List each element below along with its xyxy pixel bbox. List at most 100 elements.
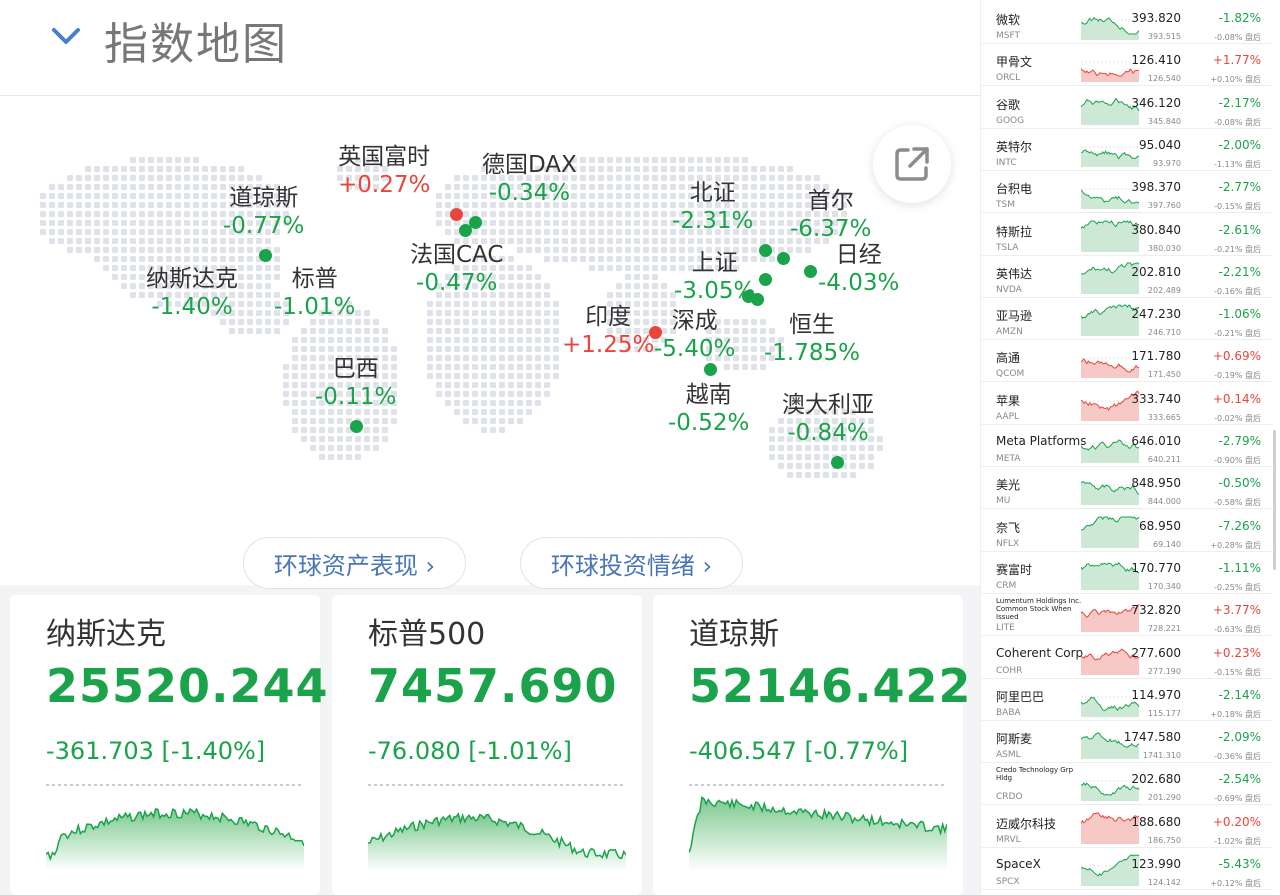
header: 指数地图 bbox=[0, 0, 980, 96]
stock-code: NVDA bbox=[996, 284, 1022, 295]
card-change: -76.080 [-1.01%] bbox=[368, 737, 572, 765]
stock-after-hours-price: 277.190 bbox=[1147, 666, 1181, 676]
stock-row[interactable]: 特斯拉 TSLA 380.840 380.030 -2.61% -0.21% 盘后 bbox=[981, 214, 1273, 256]
stock-row[interactable]: 阿里巴巴 BABA 114.970 115.177 -2.14% +0.18% 盘后 bbox=[981, 679, 1273, 721]
index-label-australia[interactable]: 澳大利亚 -0.84% bbox=[782, 392, 874, 447]
stock-after-hours-change: -0.25% 盘后 bbox=[1214, 582, 1261, 592]
index-label-dax[interactable]: 德国DAX -0.34% bbox=[482, 152, 577, 207]
stock-price: 848.950 bbox=[1131, 476, 1181, 491]
stock-row[interactable]: 微软 MSFT 393.820 393.515 -1.82% -0.08% 盘后 bbox=[981, 2, 1273, 44]
stock-after-hours-change: -1.02% 盘后 bbox=[1214, 836, 1261, 846]
stock-change: +0.14% bbox=[1212, 391, 1261, 406]
stock-code: ORCL bbox=[996, 73, 1021, 84]
stock-row[interactable]: Lumentum Holdings Inc. Common Stock When… bbox=[981, 594, 1273, 637]
marker-nikkei[interactable] bbox=[804, 265, 817, 278]
stock-row[interactable]: 英伟达 NVDA 202.810 202.489 -2.21% -0.16% 盘后 bbox=[981, 256, 1273, 298]
stock-change: -2.61% bbox=[1218, 222, 1261, 237]
index-label-shenzhen[interactable]: 深成 -5.40% bbox=[654, 308, 735, 363]
stock-after-hours-change: -0.19% 盘后 bbox=[1214, 371, 1261, 381]
stock-after-hours-price: 333.665 bbox=[1147, 412, 1181, 422]
stock-row[interactable]: 甲骨文 ORCL 126.410 126.540 +1.77% +0.10% 盘后 bbox=[981, 44, 1273, 87]
stock-code: LITE bbox=[996, 623, 1015, 634]
card-title: 标普500 bbox=[368, 617, 486, 652]
stock-change: +0.69% bbox=[1212, 349, 1261, 364]
marker-ftse[interactable] bbox=[450, 208, 463, 221]
scrollbar[interactable] bbox=[1273, 430, 1276, 570]
card-price: 25520.244 bbox=[46, 659, 329, 713]
marker-seoul[interactable] bbox=[777, 252, 790, 265]
index-label-hangseng[interactable]: 恒生 -1.785% bbox=[764, 312, 860, 367]
stock-code: GOOG bbox=[996, 115, 1025, 126]
stock-code: CRDO bbox=[996, 792, 1023, 803]
share-button[interactable] bbox=[873, 125, 951, 203]
index-label-cac[interactable]: 法国CAC -0.47% bbox=[410, 242, 503, 297]
stock-after-hours-change: -0.90% 盘后 bbox=[1214, 456, 1261, 465]
stock-after-hours-price: 93.970 bbox=[1153, 158, 1181, 168]
stock-after-hours-change: +0.28% 盘后 bbox=[1210, 540, 1261, 550]
stock-row[interactable]: 阿斯麦 ASML 1747.580 1741.310 -2.09% -0.36% 盘后 bbox=[981, 721, 1273, 764]
index-label-nikkei[interactable]: 日经 -4.03% bbox=[818, 242, 899, 297]
page-title: 指数地图 bbox=[104, 19, 288, 70]
index-label-dow[interactable]: 道琼斯 -0.77% bbox=[223, 185, 304, 240]
stock-row[interactable]: 迈威尔科技 MRVL 188.680 186.750 +0.20% -1.02% 盘后 bbox=[981, 806, 1273, 848]
stock-price: 732.820 bbox=[1131, 603, 1181, 618]
stock-code: NFLX bbox=[996, 538, 1020, 549]
stock-price: 1747.580 bbox=[1123, 730, 1181, 745]
stock-name: 苹果 bbox=[996, 393, 1021, 408]
stock-row[interactable]: 高通 QCOM 171.780 171.450 +0.69% -0.19% 盘后 bbox=[981, 340, 1273, 383]
global-assets-button[interactable]: 环球资产表现 › bbox=[243, 537, 466, 589]
stock-price: 171.780 bbox=[1131, 349, 1181, 364]
marker-hangseng[interactable] bbox=[751, 293, 764, 306]
stock-row[interactable]: 奈飞 NFLX 68.950 69.140 -7.26% +0.28% 盘后 bbox=[981, 510, 1273, 552]
index-label-beizheng[interactable]: 北证 -2.31% bbox=[672, 180, 753, 235]
stock-name: 台积电 bbox=[996, 182, 1033, 197]
stock-change: +3.77% bbox=[1212, 603, 1261, 618]
index-label-nasdaq[interactable]: 纳斯达克 -1.40% bbox=[146, 266, 238, 321]
index-label-seoul[interactable]: 首尔 -6.37% bbox=[790, 188, 871, 243]
index-card-nasdaq[interactable]: 纳斯达克 25520.244 -361.703 [-1.40%] bbox=[10, 595, 328, 895]
stock-row[interactable]: Coherent Corp COHR 277.600 277.190 +0.23% -0.… bbox=[981, 637, 1273, 679]
marker-vietnam[interactable] bbox=[704, 363, 717, 376]
stock-row[interactable]: 台积电 TSM 398.370 397.760 -2.77% -0.15% 盘后 bbox=[981, 171, 1273, 214]
stock-after-hours-change: -0.63% 盘后 bbox=[1214, 625, 1261, 635]
marker-australia[interactable] bbox=[831, 456, 844, 469]
marker-shanghai[interactable] bbox=[759, 273, 772, 286]
stock-row[interactable]: 赛富时 CRM 170.770 170.340 -1.11% -0.25% 盘后 bbox=[981, 552, 1273, 594]
stock-row[interactable]: 苹果 AAPL 333.740 333.665 +0.14% -0.02% 盘后 bbox=[981, 383, 1273, 425]
stock-list: 微软 MSFT 393.820 393.515 -1.82% -0.08% 盘后 甲骨文 OR… bbox=[980, 0, 1280, 895]
stock-price: 646.010 bbox=[1131, 434, 1181, 448]
stock-after-hours-change: -0.36% 盘后 bbox=[1214, 752, 1261, 762]
marker-beizheng[interactable] bbox=[759, 244, 772, 257]
marker-dow[interactable] bbox=[259, 249, 272, 262]
stock-row[interactable]: 美光 MU 848.950 844.000 -0.50% -0.58% 盘后 bbox=[981, 467, 1273, 510]
index-label-sp[interactable]: 标普 -1.01% bbox=[274, 266, 355, 321]
stock-price: 277.600 bbox=[1131, 645, 1181, 660]
index-label-vietnam[interactable]: 越南 -0.52% bbox=[668, 382, 749, 437]
index-label-brazil[interactable]: 巴西 -0.11% bbox=[315, 356, 396, 411]
stock-row[interactable]: 英特尔 INTC 95.040 93.970 -2.00% -1.13% 盘后 bbox=[981, 129, 1273, 171]
stock-change: -2.09% bbox=[1218, 730, 1261, 745]
stock-price: 95.040 bbox=[1139, 137, 1181, 152]
index-card-dow[interactable]: 道琼斯 52146.422 -406.547 [-0.77%] bbox=[653, 595, 971, 895]
card-sparkline bbox=[689, 784, 947, 871]
stock-row[interactable]: SpaceX SPCX 123.990 124.142 -5.43% +0.12% 盘后 bbox=[981, 848, 1273, 890]
stock-after-hours-change: +0.10% 盘后 bbox=[1210, 75, 1261, 85]
stock-row[interactable]: Meta Platforms META 646.010 640.211 -2.79% -0… bbox=[981, 425, 1273, 467]
stock-code: AMZN bbox=[996, 327, 1023, 338]
stock-row[interactable]: 谷歌 GOOG 346.120 345.840 -2.17% -0.08% 盘后 bbox=[981, 87, 1273, 129]
index-label-ftse[interactable]: 英国富时 +0.27% bbox=[338, 144, 430, 199]
chevron-down-icon[interactable] bbox=[48, 22, 84, 52]
global-sentiment-button[interactable]: 环球投资情绪 › bbox=[520, 537, 743, 589]
marker-cac[interactable] bbox=[459, 224, 472, 237]
stock-row[interactable]: Credo Technology Grp Hldg CRDO 202.680 201.… bbox=[981, 763, 1273, 806]
index-label-india[interactable]: 印度 +1.25% bbox=[562, 304, 654, 359]
stock-name: 奈飞 bbox=[996, 520, 1021, 535]
marker-brazil[interactable] bbox=[350, 420, 363, 433]
stock-after-hours-change: -0.16% 盘后 bbox=[1214, 286, 1261, 296]
stock-code: AAPL bbox=[996, 411, 1020, 422]
stock-code: QCOM bbox=[996, 369, 1025, 380]
index-card-sp500[interactable]: 标普500 7457.690 -76.080 [-1.01%] bbox=[332, 595, 642, 895]
stock-name: 微软 bbox=[996, 13, 1021, 27]
stock-row[interactable]: 亚马逊 AMZN 247.230 246.710 -1.06% -0.21% 盘后 bbox=[981, 298, 1273, 341]
marker-india[interactable] bbox=[649, 326, 662, 339]
